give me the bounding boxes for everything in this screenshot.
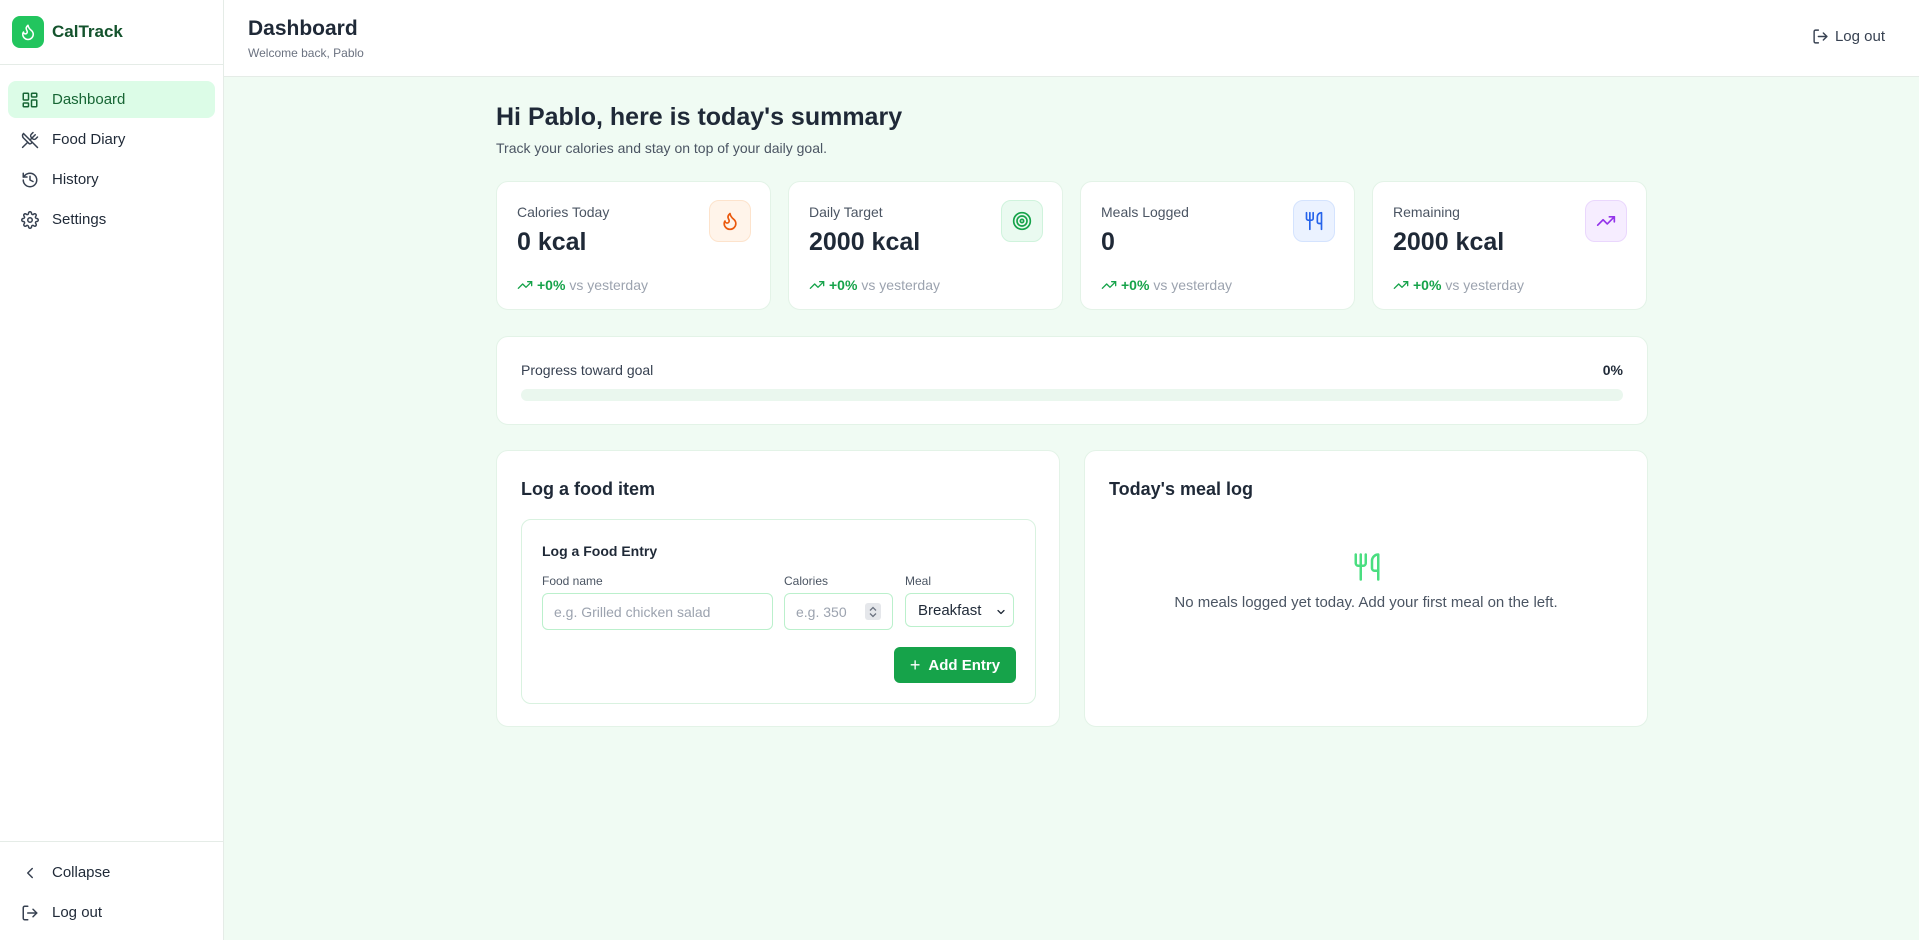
food-entry-form: Log a Food Entry Food name Calories Meal… [521,519,1036,704]
history-icon [20,170,40,190]
add-entry-button[interactable]: + Add Entry [894,647,1016,683]
trend-percent: +0% [1413,277,1442,293]
collapse-button[interactable]: Collapse [8,854,215,891]
dashboard-icon [20,90,40,110]
panel-title: Log a food item [521,479,655,499]
stat-value: 2000 kcal [809,228,921,256]
plus-icon: + [909,655,921,675]
top-header: Dashboard Welcome back, Pablo Log out [224,0,1919,77]
summary-subtitle: Track your calories and stay on top of y… [496,140,827,156]
stat-trend: +0% vs yesterday [517,277,648,293]
panel-title: Today's meal log [1109,479,1253,499]
utensils-crossed-icon [20,130,40,150]
log-food-panel: Log a food item Log a Food Entry Food na… [496,450,1060,727]
meal-label: Meal [905,574,932,588]
logout-label: Log out [52,904,103,921]
sidebar-item-label: Settings [52,211,107,228]
progress-card: Progress toward goal 0% [496,336,1648,425]
logout-icon [1812,28,1829,45]
progress-percent: 0% [1602,362,1623,378]
page-title: Dashboard [248,17,358,40]
stepper-arrows-icon [869,606,877,617]
progress-bar [521,389,1623,401]
flame-icon [709,200,751,242]
stat-trend: +0% vs yesterday [809,277,940,293]
calories-field [784,593,893,630]
trend-percent: +0% [1121,277,1150,293]
form-title: Log a Food Entry [542,543,658,559]
calories-label: Calories [784,574,829,588]
sidebar-logout-button[interactable]: Log out [8,894,215,931]
stat-label: Remaining [1393,204,1460,220]
stat-card-daily-target: Daily Target 2000 kcal +0% vs yesterday [788,181,1063,310]
empty-state-text: No meals logged yet today. Add your firs… [1174,594,1558,611]
trend-suffix: vs yesterday [1153,277,1233,293]
stat-card-calories-today: Calories Today 0 kcal +0% vs yesterday [496,181,771,310]
stat-label: Daily Target [809,204,883,220]
sidebar-item-label: History [52,171,99,188]
meal-select[interactable]: Breakfast [905,593,1014,627]
stat-card-meals-logged: Meals Logged 0 +0% vs yesterday [1080,181,1355,310]
utensils-icon [1293,200,1335,242]
trending-up-icon [1101,281,1117,289]
collapse-label: Collapse [52,864,111,881]
stat-label: Calories Today [517,204,610,220]
sidebar: CalTrack Dashboard Food Diary History Se… [0,0,224,940]
header-logout-button[interactable]: Log out [1812,28,1885,45]
trending-up-icon [517,281,533,289]
meal-log-panel: Today's meal log No meals logged yet tod… [1084,450,1648,727]
summary-heading: Hi Pablo, here is today's summary [496,103,903,131]
trend-percent: +0% [829,277,858,293]
trending-up-icon [1393,281,1409,289]
chevron-down-icon [995,605,1007,622]
sidebar-item-settings[interactable]: Settings [8,201,215,238]
logout-icon [20,903,40,923]
sidebar-item-dashboard[interactable]: Dashboard [8,81,215,118]
sidebar-item-food-diary[interactable]: Food Diary [8,121,215,158]
stat-value: 2000 kcal [1393,228,1505,256]
trend-percent: +0% [537,277,566,293]
progress-label: Progress toward goal [521,362,654,378]
stat-trend: +0% vs yesterday [1393,277,1524,293]
brand[interactable]: CalTrack [0,0,223,65]
chevron-left-icon [20,863,40,883]
stat-label: Meals Logged [1101,204,1189,220]
meal-select-value: Breakfast [918,601,982,619]
app-name: CalTrack [52,22,123,41]
sidebar-footer: Collapse Log out [0,841,223,940]
sidebar-item-label: Food Diary [52,131,126,148]
utensils-icon [1352,551,1382,588]
stat-value: 0 [1101,228,1115,256]
trend-suffix: vs yesterday [1445,277,1525,293]
logout-label: Log out [1834,28,1885,45]
sidebar-item-history[interactable]: History [8,161,215,198]
food-name-input[interactable] [542,593,773,630]
trending-up-icon [809,281,825,289]
gear-icon [20,210,40,230]
trending-up-icon [1585,200,1627,242]
sidebar-nav: Dashboard Food Diary History Settings [0,65,223,238]
stat-value: 0 kcal [517,228,587,256]
number-stepper[interactable] [865,603,881,620]
stat-trend: +0% vs yesterday [1101,277,1232,293]
sidebar-item-label: Dashboard [52,91,126,108]
target-icon [1001,200,1043,242]
flame-logo-icon [12,16,44,48]
trend-suffix: vs yesterday [569,277,649,293]
trend-suffix: vs yesterday [861,277,941,293]
stat-card-remaining: Remaining 2000 kcal +0% vs yesterday [1372,181,1647,310]
add-entry-label: Add Entry [928,656,1001,674]
welcome-text: Welcome back, Pablo [248,46,364,60]
food-name-label: Food name [542,574,603,588]
